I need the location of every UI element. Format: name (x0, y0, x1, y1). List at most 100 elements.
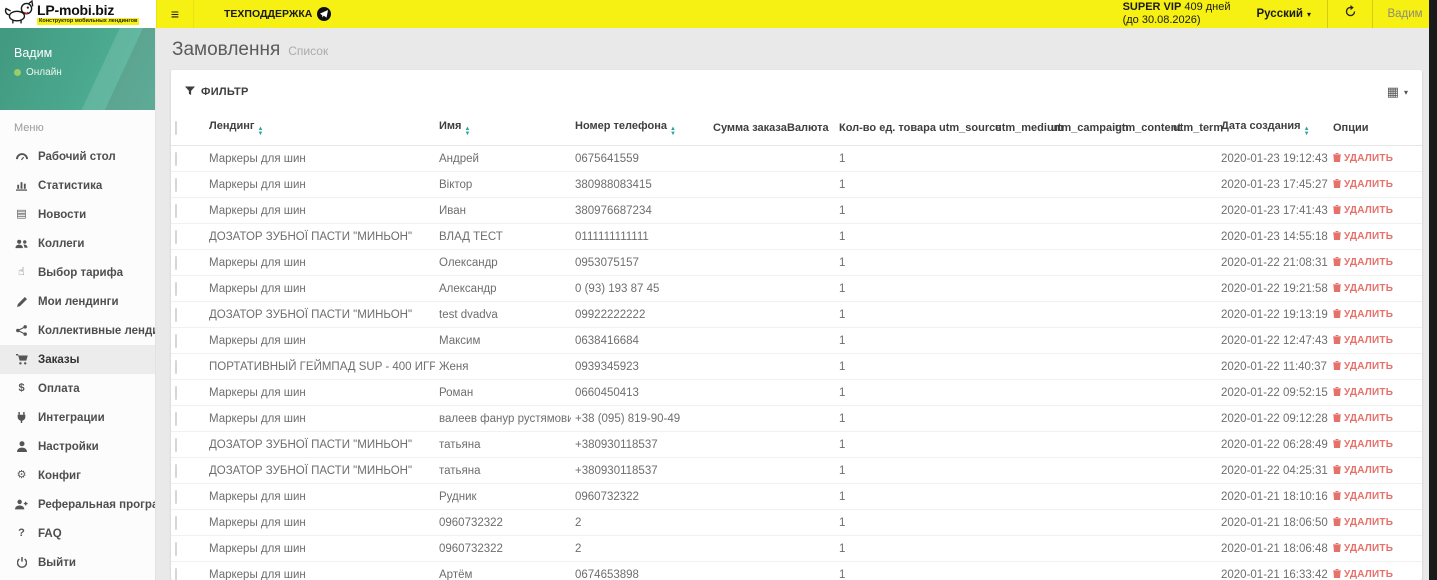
utm-campaign-cell (1047, 483, 1111, 510)
sidebar-item-dashboard[interactable]: Рабочий стол (0, 142, 155, 171)
table-row: ДОЗАТОР ЗУБНОЇ ПАСТИ "МИНЬОН" татьяна +3… (171, 457, 1422, 484)
delete-button[interactable]: УДАЛИТЬ (1333, 334, 1393, 347)
sidebar-item-statistics[interactable]: Статистика (0, 171, 155, 200)
sidebar-item-collective-landings[interactable]: Коллективные лендинги (0, 316, 155, 345)
scrollbar-track[interactable] (1429, 0, 1437, 580)
sidebar-item-faq[interactable]: ? FAQ (0, 519, 155, 548)
delete-button[interactable]: УДАЛИТЬ (1333, 490, 1393, 503)
support-button[interactable]: ТЕХПОДДЕРЖКА (194, 0, 349, 28)
delete-button[interactable]: УДАЛИТЬ (1333, 438, 1393, 451)
delete-button[interactable]: УДАЛИТЬ (1333, 178, 1393, 191)
name-cell: Рудник (435, 483, 571, 510)
phone-cell: 2 (571, 509, 709, 536)
delete-button[interactable]: УДАЛИТЬ (1333, 412, 1393, 425)
utm-campaign-cell (1047, 249, 1111, 276)
sidebar-item-config[interactable]: ⚙ Конфиг (0, 461, 155, 490)
sidebar-item-integrations[interactable]: Интеграции (0, 403, 155, 432)
table-row: Маркеры для шин валеев фанур рустямович … (171, 405, 1422, 432)
delete-button[interactable]: УДАЛИТЬ (1333, 282, 1393, 295)
sidebar-item-orders[interactable]: Заказы (0, 345, 155, 374)
sidebar-item-logout[interactable]: Выйти (0, 548, 155, 577)
delete-button[interactable]: УДАЛИТЬ (1333, 152, 1394, 165)
column-visibility-button[interactable]: ▦ ▾ (1387, 84, 1408, 100)
created-date-cell: 2020-01-23 17:45:27 (1217, 171, 1329, 198)
column-header-landing[interactable]: Лендинг ▲ ▼ (205, 112, 435, 146)
row-checkbox[interactable] (175, 567, 177, 580)
refresh-button[interactable] (1328, 0, 1372, 28)
trash-icon (1333, 464, 1341, 477)
row-checkbox[interactable] (175, 203, 177, 218)
delete-button[interactable]: УДАЛИТЬ (1333, 386, 1393, 399)
sort-icon[interactable]: ▲ ▼ (257, 126, 263, 136)
page-subtitle: Список (288, 44, 329, 58)
table-row: Маркеры для шин Александр 0 (93) 193 87 … (171, 275, 1422, 302)
delete-button[interactable]: УДАЛИТЬ (1333, 204, 1393, 217)
quantity-cell: 1 (835, 145, 935, 172)
delete-button[interactable]: УДАЛИТЬ (1333, 308, 1393, 321)
row-checkbox[interactable] (175, 177, 177, 192)
name-cell: Віктор (435, 171, 571, 198)
language-selector[interactable]: Русский ▾ (1241, 0, 1327, 28)
sidebar-item-news[interactable]: ▤ Новости (0, 200, 155, 229)
phone-cell: 09922222222 (571, 301, 709, 328)
row-checkbox[interactable] (175, 307, 177, 322)
row-checkbox[interactable] (175, 385, 177, 400)
delete-label: УДАЛИТЬ (1344, 153, 1394, 164)
delete-button[interactable]: УДАЛИТЬ (1333, 230, 1393, 243)
utm-medium-cell (991, 431, 1047, 458)
sidebar-item-colleagues[interactable]: Коллеги (0, 229, 155, 258)
filter-button[interactable]: ФИЛЬТР (185, 86, 249, 99)
phone-cell: 0638416684 (571, 327, 709, 354)
sidebar-item-settings[interactable]: Настройки (0, 432, 155, 461)
logo[interactable]: LP-mobi.biz Конструктор мобильных лендин… (0, 0, 156, 28)
row-checkbox[interactable] (175, 437, 177, 452)
order-sum-cell (709, 405, 783, 432)
column-header-phone[interactable]: Номер телефона ▲ ▼ (571, 112, 709, 146)
sidebar-user-card: Вадим Онлайн (0, 28, 155, 110)
row-checkbox[interactable] (175, 333, 177, 348)
row-checkbox[interactable] (175, 411, 177, 426)
sidebar-item-payment[interactable]: $ Оплата (0, 374, 155, 403)
delete-button[interactable]: УДАЛИТЬ (1333, 542, 1393, 555)
utm-content-cell (1111, 275, 1169, 302)
sidebar-item-tariff[interactable]: ☝ Выбор тарифа (0, 258, 155, 287)
row-checkbox[interactable] (175, 229, 177, 244)
landing-cell: ДОЗАТОР ЗУБНОЇ ПАСТИ "МИНЬОН" (205, 457, 435, 484)
sort-icon[interactable]: ▲ ▼ (670, 126, 676, 136)
phone-cell: 2 (571, 535, 709, 562)
delete-button[interactable]: УДАЛИТЬ (1333, 568, 1393, 580)
sort-icon[interactable]: ▲ ▼ (1304, 126, 1310, 136)
sidebar-item-my-landings[interactable]: Мои лендинги (0, 287, 155, 316)
currency-cell (783, 275, 835, 302)
hamburger-menu-icon[interactable]: ≡ (156, 0, 194, 28)
sort-icon[interactable]: ▲ ▼ (464, 126, 470, 136)
column-header-name[interactable]: Имя ▲ ▼ (435, 112, 571, 146)
row-checkbox[interactable] (175, 359, 177, 374)
sidebar-item-referral[interactable]: Реферальная программа (0, 490, 155, 519)
column-header-utm_campaign: utm_campaign (1047, 112, 1129, 146)
utm-campaign-cell (1047, 353, 1111, 380)
delete-button[interactable]: УДАЛИТЬ (1333, 464, 1393, 477)
delete-button[interactable]: УДАЛИТЬ (1333, 516, 1393, 529)
column-header-created[interactable]: Дата создания ▲ ▼ (1217, 112, 1329, 146)
topbar-username[interactable]: Вадим (1373, 0, 1437, 28)
utm-campaign-cell (1047, 431, 1111, 458)
row-checkbox[interactable] (175, 463, 177, 478)
select-all-checkbox[interactable] (175, 121, 177, 135)
utm-content-cell (1111, 249, 1169, 276)
utm-source-cell (935, 535, 991, 562)
row-checkbox[interactable] (175, 541, 177, 556)
options-cell: УДАЛИТЬ (1329, 457, 1422, 484)
row-checkbox[interactable] (175, 489, 177, 504)
row-checkbox[interactable] (175, 281, 177, 296)
created-date-cell: 2020-01-23 19:12:43 (1217, 145, 1329, 172)
row-checkbox[interactable] (175, 151, 177, 166)
order-sum-cell (709, 353, 783, 380)
utm-campaign-cell (1047, 405, 1111, 432)
order-sum-cell (709, 561, 783, 580)
delete-button[interactable]: УДАЛИТЬ (1333, 256, 1393, 269)
delete-button[interactable]: УДАЛИТЬ (1333, 360, 1393, 373)
utm-source-cell (935, 431, 991, 458)
row-checkbox[interactable] (175, 515, 177, 530)
row-checkbox[interactable] (175, 255, 177, 270)
